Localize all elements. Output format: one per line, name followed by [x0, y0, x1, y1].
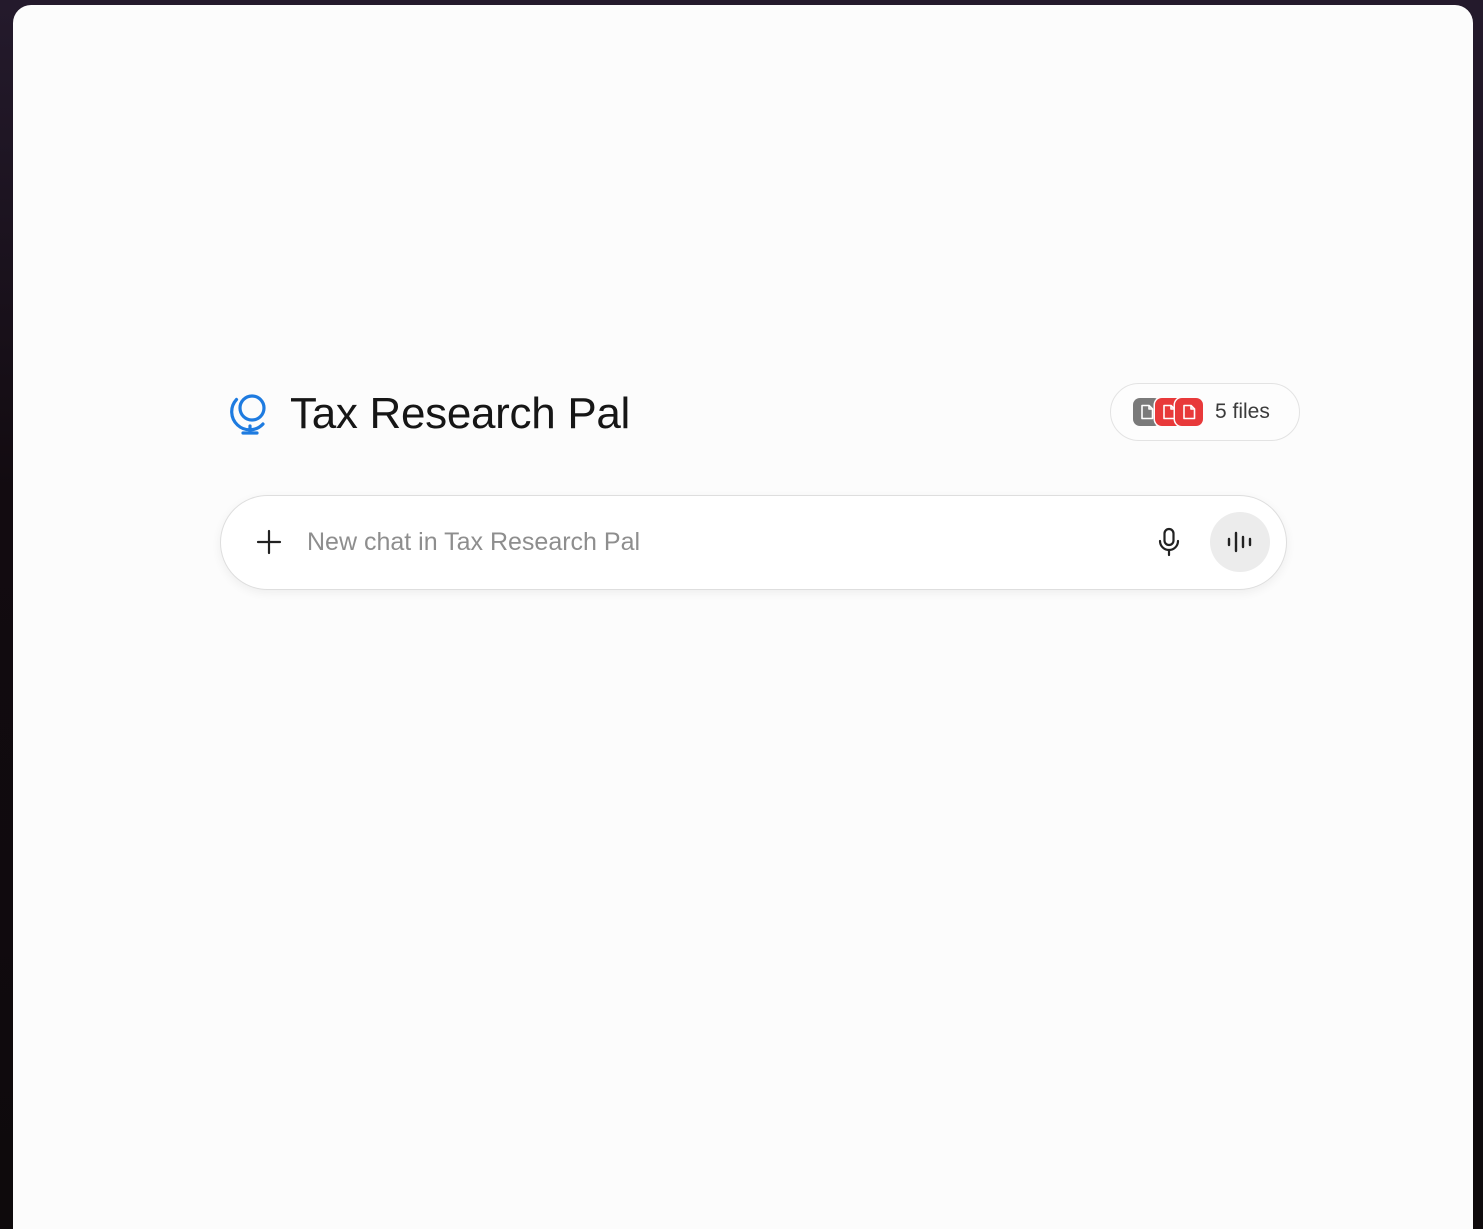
add-attachment-button[interactable]: [247, 520, 291, 564]
voice-mode-button[interactable]: [1210, 512, 1270, 572]
file-chip-stack: [1133, 398, 1203, 426]
chat-composer: [220, 495, 1287, 590]
chat-input[interactable]: [307, 520, 1127, 564]
globe-icon: [230, 394, 266, 435]
plus-icon: [256, 529, 282, 555]
microphone-icon: [1158, 527, 1180, 557]
project-title-group: Tax Research Pal: [228, 389, 630, 439]
dictate-button[interactable]: [1147, 520, 1191, 564]
files-count-label: 5 files: [1215, 400, 1270, 423]
project-header: Tax Research Pal 5 files: [228, 383, 1300, 447]
app-window: Tax Research Pal 5 files New chat in Tax…: [13, 5, 1473, 1229]
voice-mode-icon: [1227, 531, 1252, 553]
project-files-button[interactable]: 5 files: [1110, 383, 1300, 441]
pdf-icon: [1175, 398, 1203, 426]
project-title: Tax Research Pal: [290, 389, 631, 438]
